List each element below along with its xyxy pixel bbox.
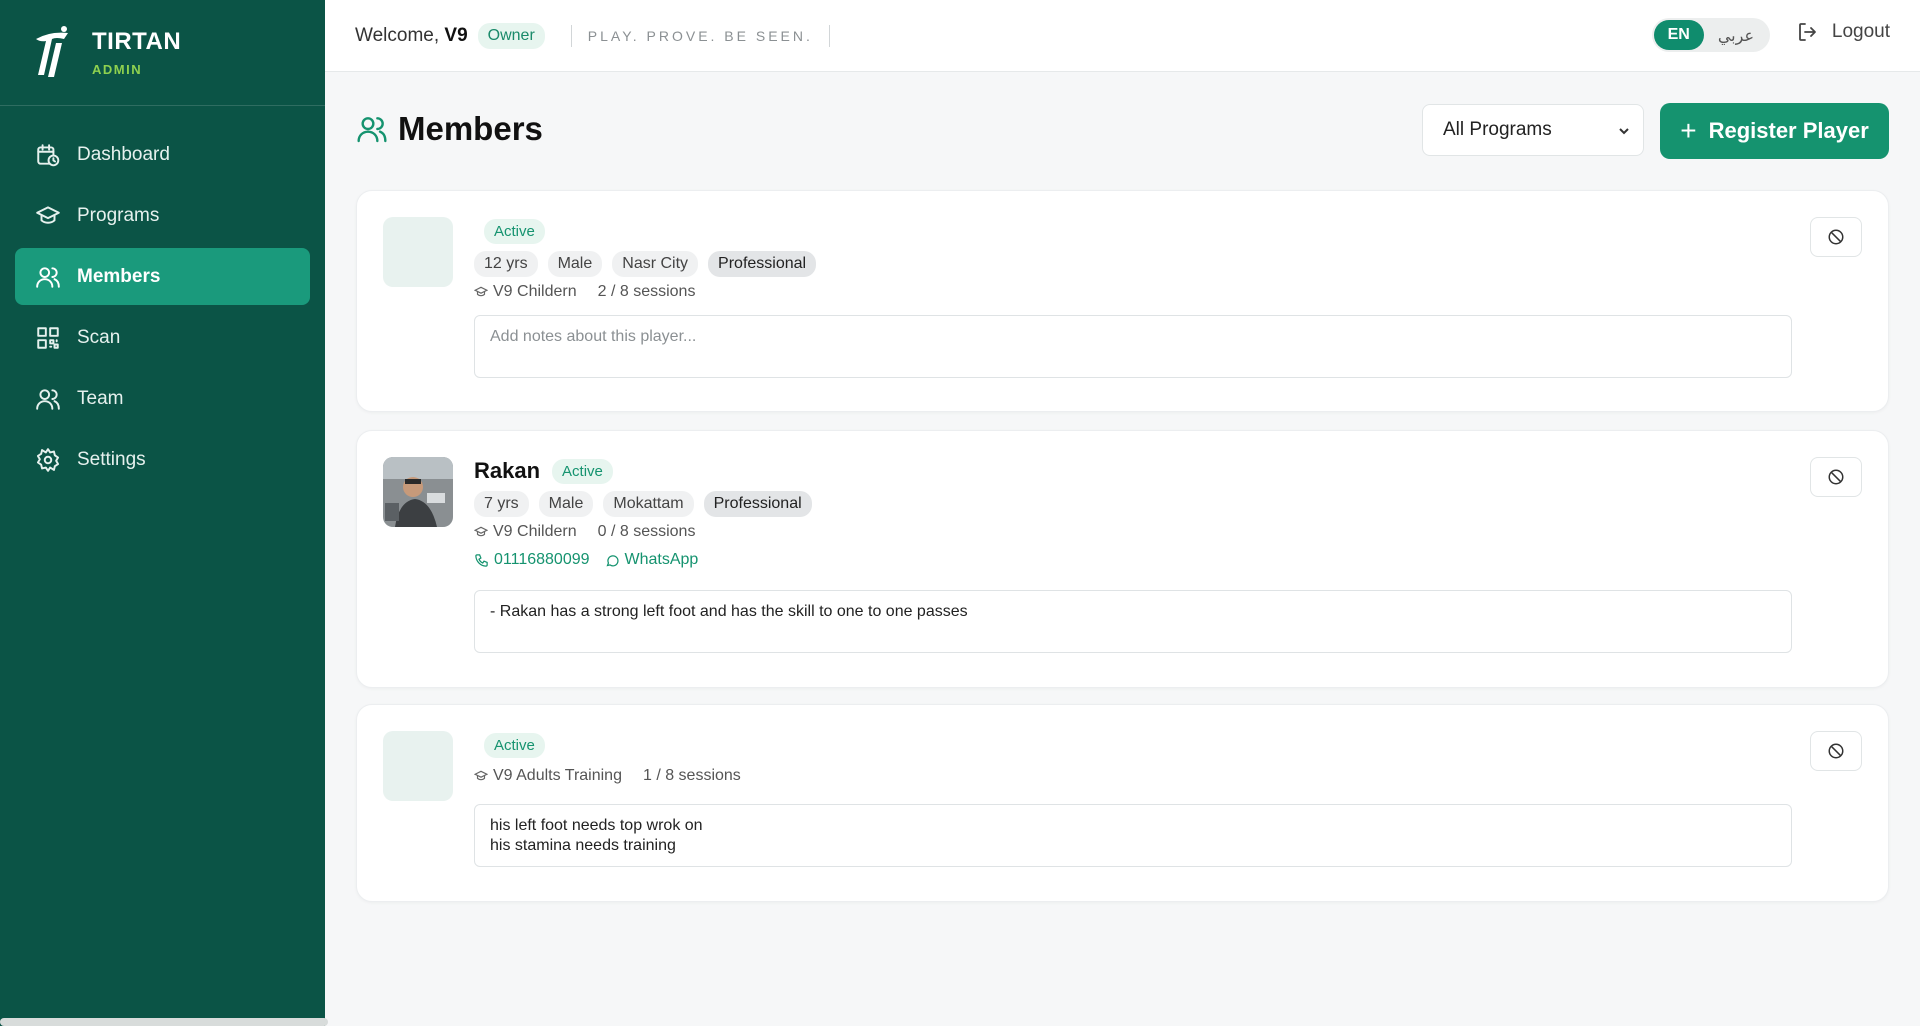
member-info: Active 12 yrs Male Nasr City Professiona…: [474, 217, 826, 301]
status-badge: Active: [484, 732, 545, 758]
chevron-down-icon: [1619, 128, 1629, 135]
top-header: Welcome, V9 Owner PLAY. PROVE. BE SEEN. …: [325, 0, 1920, 72]
avatar: [383, 731, 453, 801]
contact-row: 01116880099 WhatsApp: [474, 551, 822, 569]
sidebar-item-label: Scan: [77, 326, 121, 348]
sessions-count: 2 / 8 sessions: [597, 283, 696, 300]
graduation-cap-icon: [474, 526, 488, 537]
register-player-label: Register Player: [1708, 118, 1869, 143]
player-name[interactable]: Rakan: [474, 458, 540, 484]
welcome-text: Welcome, V9: [355, 24, 468, 46]
sessions-count: 1 / 8 sessions: [642, 767, 741, 784]
logout-button[interactable]: Logout: [1796, 20, 1890, 44]
member-card: Active V9 Adults Training 1 / 8 sessions…: [356, 704, 1889, 902]
sidebar-item-programs[interactable]: Programs: [15, 187, 310, 244]
qr-code-icon: [37, 326, 59, 349]
notes-field[interactable]: his left foot needs top wrok on his stam…: [474, 804, 1792, 867]
notes-field[interactable]: - Rakan has a strong left foot and has t…: [474, 590, 1792, 653]
users-icon: [357, 117, 387, 143]
lang-en-button[interactable]: EN: [1653, 20, 1704, 50]
program-filter-select[interactable]: All Programs: [1422, 104, 1644, 156]
ban-icon: [1828, 743, 1844, 759]
block-button[interactable]: [1810, 217, 1862, 257]
gender-tag: Male: [538, 491, 594, 517]
language-switch: EN عربي: [1651, 18, 1770, 52]
divider: [828, 24, 830, 47]
gender-tag: Male: [547, 251, 603, 277]
sidebar: TIRTAN ADMIN Dashboard Programs Members …: [0, 0, 328, 1026]
graduation-cap-icon: [474, 286, 488, 297]
level-tag: Professional: [703, 491, 812, 517]
program-name: V9 Childern: [493, 283, 577, 300]
member-card: Active 12 yrs Male Nasr City Professiona…: [356, 190, 1889, 412]
brand[interactable]: TIRTAN ADMIN: [0, 0, 325, 106]
program-meta: V9 Childern 2 / 8 sessions: [474, 283, 826, 301]
calendar-clock-icon: [37, 143, 60, 166]
sidebar-item-label: Dashboard: [77, 143, 170, 165]
block-button[interactable]: [1810, 731, 1862, 771]
ban-icon: [1828, 229, 1844, 245]
ban-icon: [1828, 469, 1844, 485]
users-icon: [36, 388, 60, 410]
plus-icon: +: [1680, 115, 1697, 146]
location-tag: Nasr City: [612, 251, 699, 277]
tirtan-logo-icon: [36, 25, 68, 77]
block-button[interactable]: [1810, 457, 1862, 497]
program-name: V9 Adults Training: [493, 767, 622, 784]
member-tags: 12 yrs Male Nasr City Professional: [474, 251, 826, 277]
age-tag: 7 yrs: [474, 491, 529, 517]
member-tags: 7 yrs Male Mokattam Professional: [474, 491, 822, 517]
sidebar-item-label: Team: [77, 387, 124, 409]
sidebar-nav: Dashboard Programs Members Scan Team Set…: [0, 106, 325, 512]
brand-name: TIRTAN: [92, 28, 182, 55]
gear-icon: [36, 447, 60, 472]
logout-label: Logout: [1831, 21, 1890, 42]
role-badge: Owner: [477, 22, 545, 49]
member-info: Active V9 Adults Training 1 / 8 sessions: [474, 731, 741, 785]
sidebar-item-members[interactable]: Members: [15, 248, 310, 305]
whatsapp-label: WhatsApp: [624, 551, 699, 568]
logout-icon: [1798, 23, 1816, 41]
users-icon: [36, 266, 60, 288]
brand-subtitle: ADMIN: [92, 62, 143, 77]
program-name: V9 Childern: [493, 523, 577, 540]
member-card: Rakan Active 7 yrs Male Mokattam Profess…: [356, 430, 1889, 688]
sidebar-item-settings[interactable]: Settings: [15, 431, 310, 488]
divider: [570, 24, 572, 47]
phone-icon: [475, 553, 488, 567]
location-tag: Mokattam: [603, 491, 694, 517]
username: V9: [444, 24, 468, 46]
sidebar-item-team[interactable]: Team: [15, 370, 310, 427]
age-tag: 12 yrs: [474, 251, 538, 277]
player-photo: [383, 457, 453, 527]
sidebar-item-label: Settings: [77, 448, 146, 470]
avatar: [383, 457, 453, 527]
program-meta: V9 Adults Training 1 / 8 sessions: [474, 767, 741, 785]
status-badge: Active: [552, 458, 613, 484]
avatar: [383, 217, 453, 287]
whatsapp-icon: [606, 554, 619, 566]
sidebar-item-scan[interactable]: Scan: [15, 309, 310, 366]
page-header: Members All Programs + Register Player: [356, 100, 1889, 159]
horizontal-scrollbar[interactable]: [0, 1018, 328, 1026]
phone-link[interactable]: 01116880099: [494, 551, 590, 569]
sidebar-item-label: Members: [77, 265, 161, 287]
graduation-cap-icon: [474, 770, 488, 781]
register-player-button[interactable]: + Register Player: [1660, 103, 1889, 159]
status-badge: Active: [484, 218, 545, 244]
level-tag: Professional: [708, 251, 817, 277]
member-info: Rakan Active 7 yrs Male Mokattam Profess…: [474, 457, 822, 569]
sessions-count: 0 / 8 sessions: [597, 523, 696, 540]
lang-ar-button[interactable]: عربي: [1704, 20, 1768, 51]
notes-field[interactable]: Add notes about this player...: [474, 315, 1792, 378]
program-meta: V9 Childern 0 / 8 sessions: [474, 523, 822, 541]
tagline: PLAY. PROVE. BE SEEN.: [587, 27, 813, 44]
graduation-cap-icon: [36, 205, 60, 224]
program-filter-value: All Programs: [1443, 119, 1552, 140]
page-title: Members: [398, 110, 543, 147]
whatsapp-link[interactable]: WhatsApp: [605, 551, 699, 569]
sidebar-item-label: Programs: [77, 204, 160, 226]
sidebar-item-dashboard[interactable]: Dashboard: [15, 126, 310, 183]
